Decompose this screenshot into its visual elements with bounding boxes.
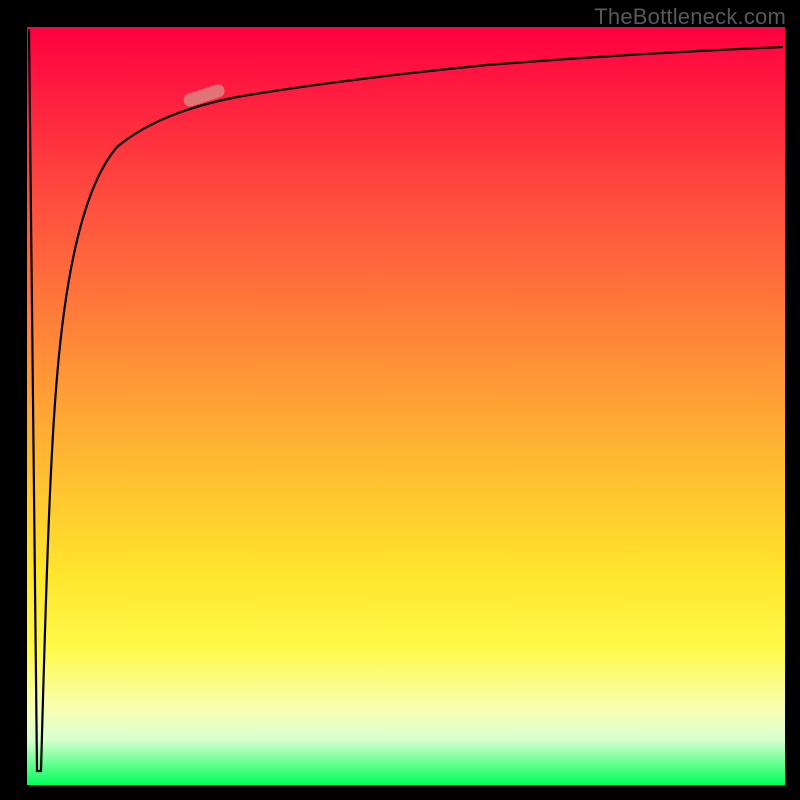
- watermark-label: TheBottleneck.com: [594, 4, 786, 30]
- bottleneck-curve: [29, 29, 783, 771]
- plot-area: [27, 27, 785, 785]
- curve-layer: [27, 27, 785, 785]
- chart-stage: TheBottleneck.com: [0, 0, 800, 800]
